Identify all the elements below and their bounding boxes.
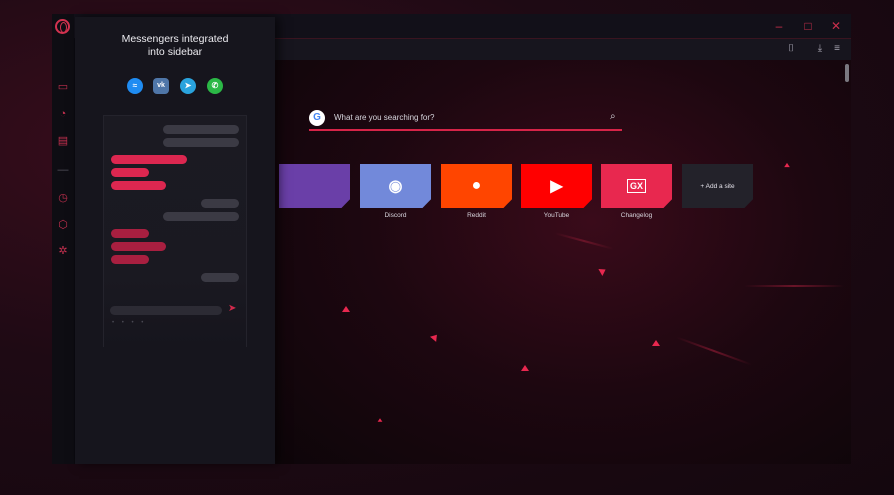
search-input[interactable]: What are you searching for? (334, 113, 435, 122)
camera-icon[interactable]: ⌷ (784, 42, 798, 56)
messenger-icon[interactable]: ≈ (127, 78, 143, 94)
history-icon[interactable]: ◷ (56, 191, 70, 205)
chat-mockup: ➤ • • • • (103, 115, 247, 347)
sidebar: ▭ ◔ ▤ — ◷ ⬡ ✲ (52, 14, 74, 464)
tile-card (279, 164, 350, 208)
search-bar[interactable]: G What are you searching for? ⌕ (309, 107, 622, 131)
easy-setup-icon[interactable]: ≡ (830, 42, 844, 56)
add-site-tile[interactable]: + Add a site (682, 164, 753, 221)
chat-input-mock (110, 306, 222, 315)
chat-bubble-outgoing (111, 155, 187, 164)
add-site-label: + Add a site (700, 182, 735, 190)
tile-label: Changelog (620, 212, 653, 219)
tile-card: + Add a site (682, 164, 753, 208)
decor-streak (744, 285, 844, 287)
chat-bubble-outgoing (111, 242, 166, 251)
toolbar-dots: • • • • (112, 320, 147, 326)
gx-icon: GX (626, 179, 646, 193)
chat-bubble-incoming (163, 212, 239, 221)
tile-card: ◉ (360, 164, 431, 208)
decor-shard (598, 266, 608, 276)
sidebar-separator: — (57, 164, 69, 176)
decor-shard (342, 306, 350, 312)
speed-dial-tile-partial[interactable] (279, 164, 350, 221)
speed-dial-tile-changelog[interactable]: GX Changelog (601, 164, 672, 221)
tile-label: Reddit (467, 212, 486, 219)
speed-dial-page: G What are you searching for? ⌕ ◉ Discor… (274, 60, 851, 464)
chat-bubble-incoming (163, 138, 239, 147)
send-icon: ➤ (228, 303, 237, 314)
telegram-icon[interactable]: ➤ (180, 78, 196, 94)
tile-card: ▶ (521, 164, 592, 208)
tile-label: YouTube (543, 212, 570, 219)
chat-bubble-incoming (201, 273, 239, 282)
twitch-icon[interactable]: ▭ (56, 80, 70, 94)
search-icon[interactable]: ⌕ (610, 111, 622, 123)
decor-streak (676, 336, 752, 366)
speed-icon[interactable]: ◔ (56, 107, 70, 121)
decor-shard (652, 340, 660, 346)
reddit-icon: ● (471, 177, 482, 194)
maximize-button[interactable]: □ (800, 18, 816, 34)
decor-shard (521, 365, 529, 371)
chat-bubble-incoming (163, 125, 239, 134)
chat-bubble-incoming (201, 199, 239, 208)
speed-dial-tile-youtube[interactable]: ▶ YouTube (521, 164, 592, 221)
speed-dial-tile-discord[interactable]: ◉ Discord (360, 164, 431, 221)
google-icon: G (309, 110, 325, 126)
decor-shard (377, 418, 383, 422)
vk-icon[interactable]: vk (153, 78, 169, 94)
tile-card: ● (441, 164, 512, 208)
speed-dial-tile-reddit[interactable]: ● Reddit (441, 164, 512, 221)
gear-icon[interactable]: ✲ (56, 244, 70, 258)
tile-card: GX (601, 164, 672, 208)
cube-icon[interactable]: ⬡ (56, 218, 70, 232)
chat-bubble-outgoing (111, 168, 149, 177)
whatsapp-icon[interactable]: ✆ (207, 78, 223, 94)
close-button[interactable]: ✕ (828, 18, 844, 34)
download-icon[interactable]: ⤓ (813, 42, 827, 56)
messenger-promo-panel: Messengers integrated into sidebar ≈ vk … (75, 17, 275, 464)
panel-title: Messengers integrated into sidebar (121, 33, 229, 58)
decor-shard (430, 332, 440, 342)
address-bar[interactable]: ⌷ ⤓ ≡ (274, 38, 851, 60)
chat-bubble-outgoing (111, 255, 149, 264)
opera-logo-icon[interactable] (55, 19, 70, 34)
decor-shard (784, 162, 790, 168)
chat-icon[interactable]: ▤ (56, 134, 70, 148)
scrollbar[interactable] (845, 64, 849, 82)
decor-streak (554, 232, 614, 250)
minimize-button[interactable]: – (771, 18, 787, 34)
discord-icon: ◉ (388, 178, 403, 195)
chat-bubble-outgoing (111, 181, 166, 190)
youtube-icon: ▶ (550, 178, 563, 195)
chat-bubble-outgoing (111, 229, 149, 238)
tile-label: Discord (384, 212, 407, 219)
